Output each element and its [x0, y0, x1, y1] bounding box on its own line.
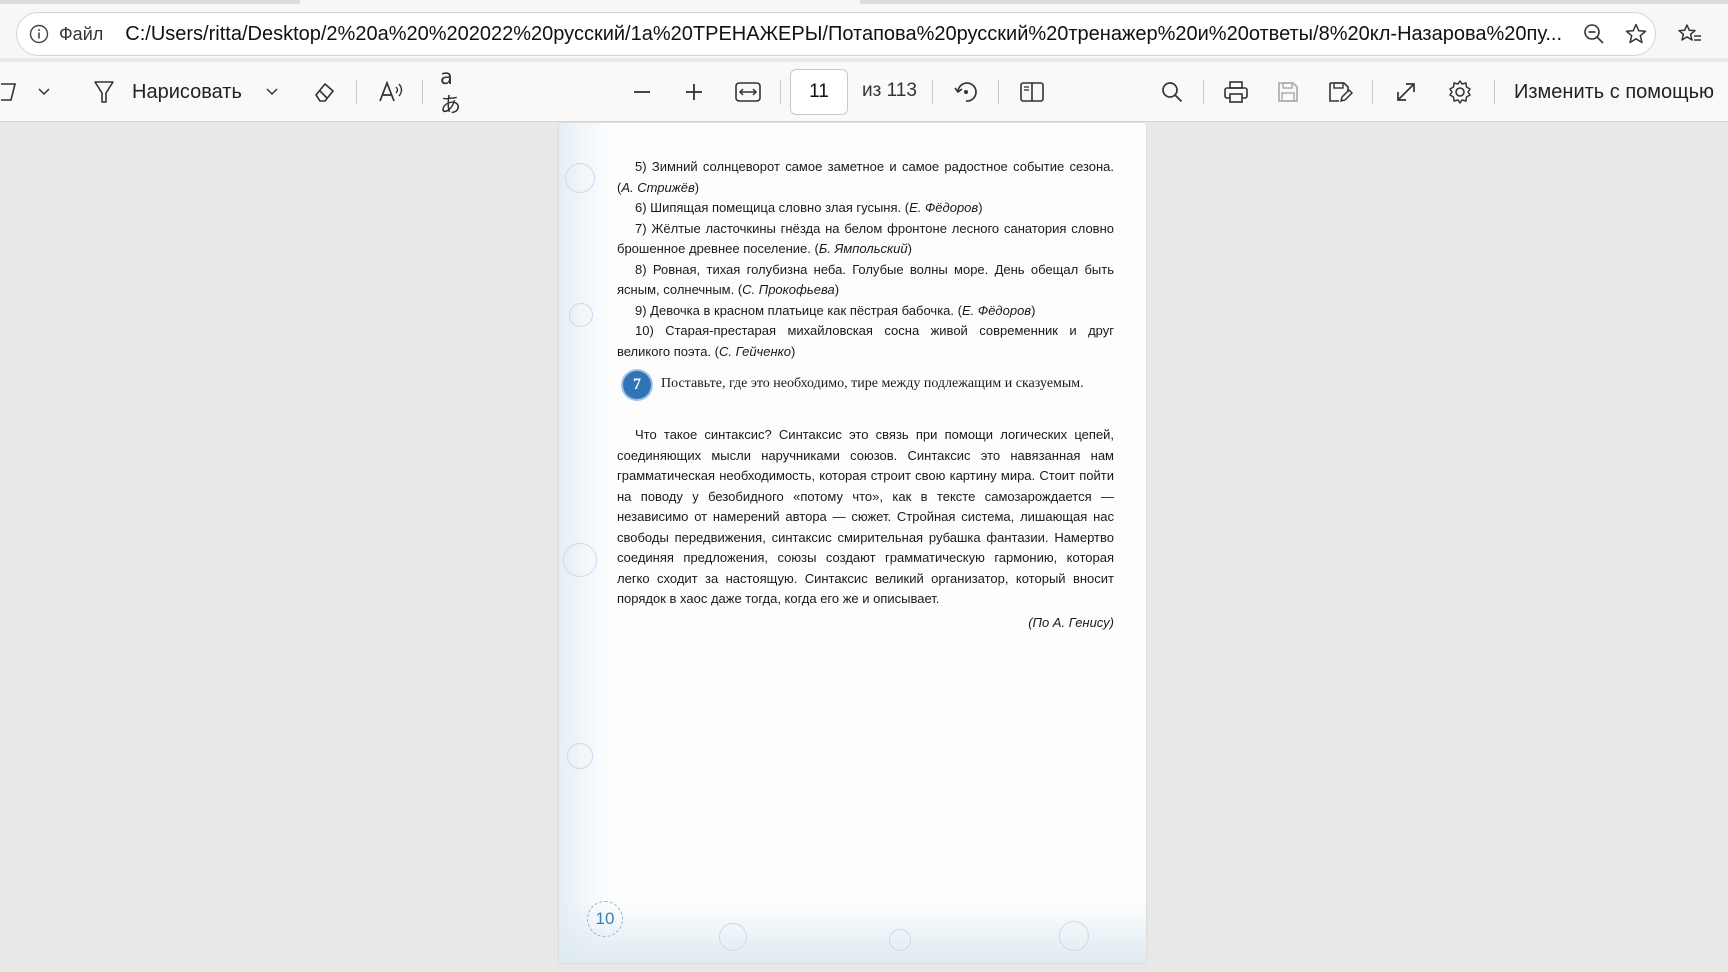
decor-swirl [567, 743, 593, 769]
highlight-options-chevron-icon[interactable] [34, 76, 54, 108]
decor-swirl [565, 163, 595, 193]
zoom-out-page-icon[interactable] [1580, 20, 1608, 48]
decor-swirl [889, 929, 911, 951]
print-icon[interactable] [1220, 76, 1252, 108]
toolbar-divider [932, 80, 933, 104]
settings-gear-icon[interactable] [1444, 76, 1476, 108]
page-decoration [559, 903, 1146, 963]
favorites-list-icon[interactable] [1676, 20, 1704, 48]
highlight-icon[interactable] [0, 76, 20, 108]
edit-with-label: Изменить с помощью [1514, 80, 1715, 103]
favorite-star-icon[interactable] [1622, 20, 1650, 48]
decor-swirl [1059, 921, 1089, 951]
pdf-toolbar: Нарисовать aあ 11 из 113 Изменить с помощ… [0, 62, 1728, 122]
url-scheme-label: Файл [59, 23, 104, 44]
passage: Что такое синтаксис? Синтаксис это связь… [617, 425, 1114, 610]
toolbar-divider [356, 80, 357, 104]
save-icon[interactable] [1272, 76, 1304, 108]
toolbar-divider [1494, 80, 1495, 104]
task-number-badge: 7 [623, 371, 651, 399]
draw-button[interactable]: Нарисовать [132, 76, 248, 108]
read-aloud-icon[interactable] [376, 76, 408, 108]
decor-swirl [719, 923, 747, 951]
decor-swirl [563, 543, 597, 577]
task-title: Поставьте, где это необходимо, тире межд… [661, 376, 1084, 391]
draw-label: Нарисовать [132, 80, 242, 103]
decor-swirl [569, 303, 593, 327]
save-as-icon[interactable] [1324, 76, 1356, 108]
passage-author: (По А. Генису) [1028, 615, 1114, 630]
sentence-item: 7) Жёлтые ласточкины гнёзда на белом фро… [617, 220, 1114, 257]
address-bar[interactable]: Файл C:/Users/ritta/Desktop/2%20а%20%202… [16, 12, 1656, 56]
sentence-item: 10) Старая-престарая михайловская сосна … [617, 323, 1114, 359]
url-text[interactable]: C:/Users/ritta/Desktop/2%20а%20%202022%2… [125, 23, 1565, 46]
rotate-icon[interactable] [950, 76, 982, 108]
toolbar-divider [1203, 80, 1204, 104]
pdf-viewer[interactable]: 5) Зимний солнцеворот самое заметное и с… [0, 123, 1728, 972]
edit-with-button[interactable]: Изменить с помощью [1514, 76, 1728, 108]
browser-address-row: Файл C:/Users/ritta/Desktop/2%20а%20%202… [0, 0, 1728, 58]
page-number-input[interactable]: 11 [790, 69, 848, 115]
toolbar-divider [998, 80, 999, 104]
info-icon[interactable] [29, 24, 49, 44]
pdf-page: 5) Зимний солнцеворот самое заметное и с… [559, 123, 1146, 963]
active-tab-edge[interactable] [300, 0, 860, 4]
zoom-out-icon[interactable] [628, 76, 656, 108]
search-icon[interactable] [1156, 76, 1188, 108]
fit-width-icon[interactable] [732, 76, 764, 108]
draw-pen-icon[interactable] [90, 76, 118, 108]
tab-strip [0, 0, 1728, 4]
sentence-item: 8) Ровная, тихая голубизна неба. Голубые… [617, 261, 1114, 298]
toolbar-divider [780, 80, 781, 104]
sentences-list: 5) Зимний солнцеворот самое заметное и с… [617, 157, 1114, 362]
sentence-item: 6) Шипящая помещица словно злая гусыня. … [635, 200, 983, 215]
toolbar-divider [422, 80, 423, 104]
page-number: 10 [587, 901, 623, 937]
page-total-label: из 113 [862, 80, 917, 101]
zoom-in-icon[interactable] [680, 76, 708, 108]
fullscreen-icon[interactable] [1390, 76, 1422, 108]
draw-options-chevron-icon[interactable] [262, 76, 282, 108]
sentence-item: 9) Девочка в красном платьице как пёстра… [635, 302, 1036, 318]
translate-icon[interactable]: aあ [440, 65, 472, 117]
passage-text: Что такое синтаксис? Синтаксис это связь… [617, 427, 1114, 606]
page-view-icon[interactable] [1016, 76, 1048, 108]
sentence-item: 5) Зимний солнцеворот самое заметное и с… [617, 159, 1114, 195]
toolbar-divider [1372, 80, 1373, 104]
eraser-icon[interactable] [310, 76, 338, 108]
